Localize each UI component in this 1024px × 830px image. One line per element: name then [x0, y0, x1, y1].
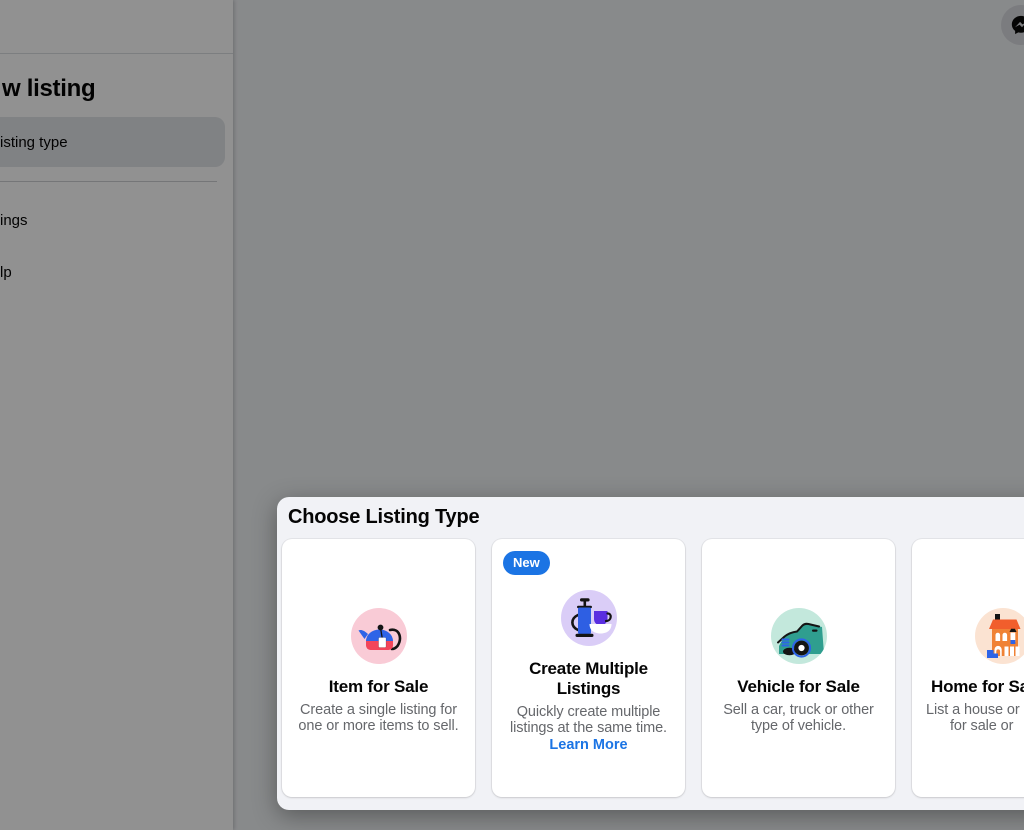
listing-type-cards: Item for Sale Create a single listing fo…	[282, 539, 1024, 797]
new-badge: New	[503, 551, 550, 575]
card-title: Vehicle for Sale	[737, 677, 859, 697]
house-icon	[975, 608, 1024, 664]
card-description-line1: List a house or a	[926, 702, 1024, 718]
card-create-multiple-listings[interactable]: New Create Multiple Li	[492, 539, 685, 797]
marketplace-create-listing-screen: w listing isting type ings lp Choose Lis…	[0, 0, 1024, 830]
card-description-line2: for sale or	[950, 718, 1013, 734]
card-description: Create a single listing for one or more …	[290, 702, 467, 734]
teapot-icon	[351, 608, 407, 664]
card-description: Sell a car, truck or other type of vehic…	[710, 702, 887, 734]
card-vehicle-for-sale[interactable]: Vehicle for Sale Sell a car, truck or ot…	[702, 539, 895, 797]
card-title: Create Multiple Listings	[503, 659, 675, 699]
modal-title: Choose Listing Type	[277, 497, 1024, 528]
card-item-for-sale[interactable]: Item for Sale Create a single listing fo…	[282, 539, 475, 797]
car-icon	[771, 608, 827, 664]
card-title: Item for Sale	[329, 677, 428, 697]
learn-more-link[interactable]: Learn More	[549, 737, 627, 753]
coffee-press-icon	[561, 590, 617, 646]
card-title: Home for Sale	[931, 677, 1024, 697]
card-description: Quickly create multiple listings at the …	[500, 704, 677, 736]
choose-listing-type-modal: Choose Listing Type Item fo	[277, 497, 1024, 810]
card-home-for-sale[interactable]: Home for Sale List a house or a for sale…	[912, 539, 1024, 797]
